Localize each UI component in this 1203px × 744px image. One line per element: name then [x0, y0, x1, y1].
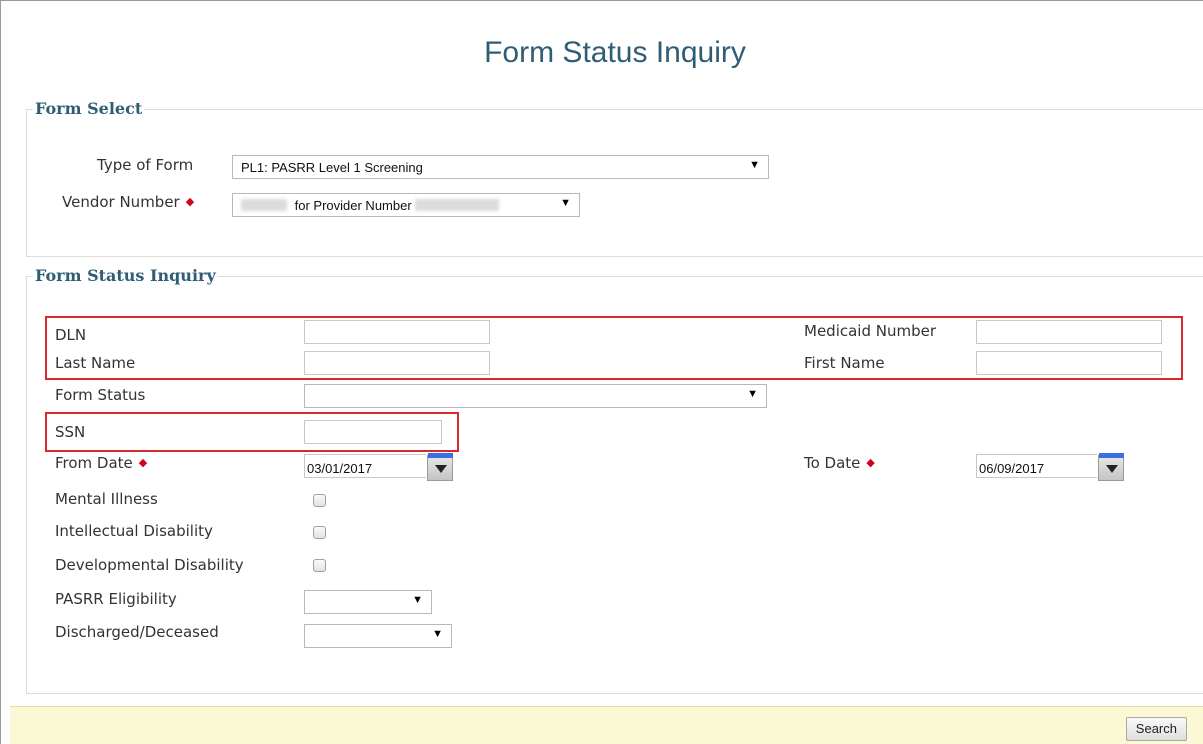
page-title: Form Status Inquiry [484, 36, 746, 69]
to-date-input[interactable]: 06/09/2017 [976, 454, 1097, 478]
form-status-select[interactable]: ▼ [304, 384, 767, 408]
required-marker-icon: ◆ [138, 456, 148, 469]
chevron-down-icon: ▼ [747, 388, 758, 400]
first-name-label: First Name [804, 354, 885, 372]
to-date-label: To Date ◆ [804, 454, 875, 472]
dln-input[interactable] [304, 320, 490, 344]
developmental-disability-label: Developmental Disability [55, 556, 244, 574]
discharged-deceased-label: Discharged/Deceased [55, 623, 219, 641]
type-of-form-value: PL1: PASRR Level 1 Screening [241, 160, 423, 175]
calendar-icon[interactable] [1098, 453, 1124, 481]
vendor-number-label: Vendor Number ◆ [62, 193, 194, 211]
chevron-down-icon: ▼ [412, 594, 423, 606]
pasrr-eligibility-label: PASRR Eligibility [55, 590, 177, 608]
redacted-vendor-number [241, 199, 287, 211]
intellectual-disability-checkbox[interactable] [313, 526, 326, 539]
required-marker-icon: ◆ [185, 195, 195, 208]
form-select-legend: Form Select [33, 99, 145, 118]
vendor-number-value-text: for Provider Number [294, 198, 412, 213]
chevron-down-icon [1106, 465, 1118, 473]
calendar-icon[interactable] [427, 453, 453, 481]
mental-illness-label: Mental Illness [55, 490, 158, 508]
developmental-disability-checkbox[interactable] [313, 559, 326, 572]
form-status-label: Form Status [55, 386, 146, 404]
intellectual-disability-label: Intellectual Disability [55, 522, 213, 540]
from-date-input[interactable]: 03/01/2017 [304, 454, 426, 478]
form-status-inquiry-legend: Form Status Inquiry [33, 266, 218, 285]
calendar-icon-header [1099, 453, 1124, 458]
to-date-label-text: To Date [804, 454, 861, 472]
from-date-label: From Date ◆ [55, 454, 147, 472]
vendor-number-select[interactable]: for Provider Number ▼ [232, 193, 580, 217]
last-name-input[interactable] [304, 351, 490, 375]
from-date-label-text: From Date [55, 454, 133, 472]
vendor-number-label-text: Vendor Number [62, 193, 180, 211]
chevron-down-icon [435, 465, 447, 473]
ssn-label: SSN [55, 423, 86, 441]
redacted-provider-number [415, 199, 500, 211]
type-of-form-label: Type of Form [97, 156, 194, 174]
ssn-input[interactable] [304, 420, 442, 444]
chevron-down-icon: ▼ [432, 628, 443, 640]
form-select-section: Form Select [26, 99, 1203, 257]
calendar-icon-header [428, 453, 453, 458]
last-name-label: Last Name [55, 354, 136, 372]
medicaid-number-label: Medicaid Number [804, 322, 937, 340]
required-marker-icon: ◆ [866, 456, 875, 469]
chevron-down-icon: ▼ [560, 197, 571, 209]
first-name-input[interactable] [976, 351, 1162, 375]
type-of-form-select[interactable]: PL1: PASRR Level 1 Screening ▼ [232, 155, 769, 179]
search-button[interactable]: Search [1125, 717, 1187, 741]
discharged-deceased-select[interactable]: ▼ [304, 624, 452, 648]
footer-bar: Search [10, 706, 1203, 744]
mental-illness-checkbox[interactable] [313, 494, 326, 507]
medicaid-number-input[interactable] [976, 320, 1162, 344]
chevron-down-icon: ▼ [749, 159, 760, 171]
dln-label: DLN [55, 326, 87, 344]
pasrr-eligibility-select[interactable]: ▼ [304, 590, 432, 614]
